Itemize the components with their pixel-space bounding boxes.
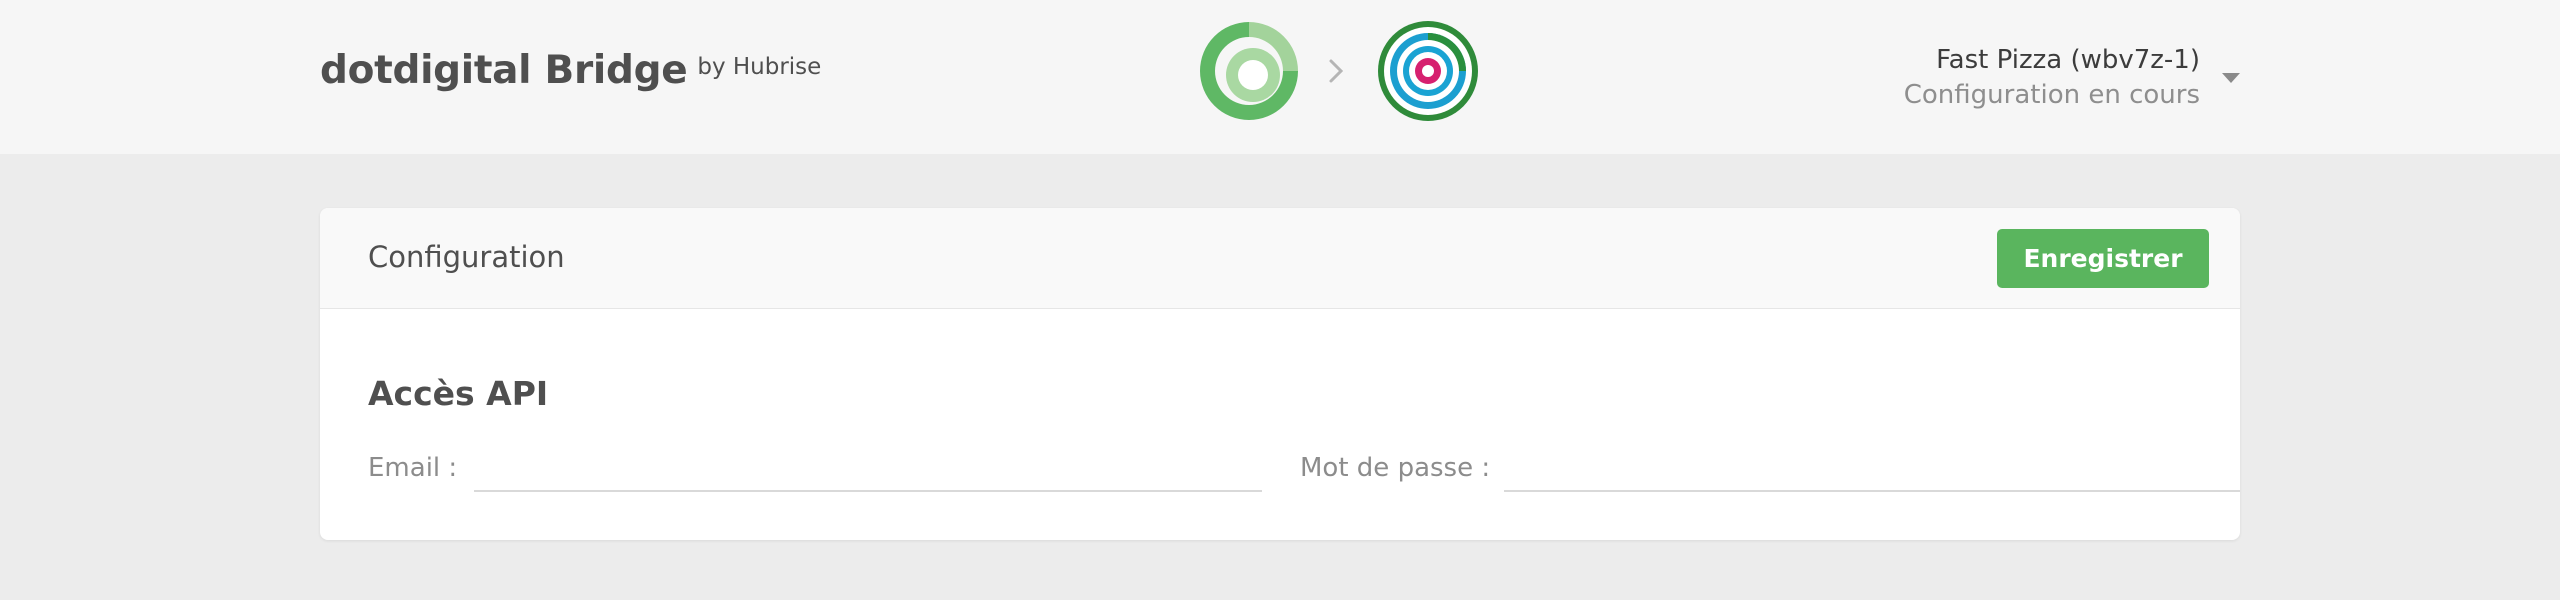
configuration-card: Configuration Enregistrer Accès API Emai… xyxy=(320,208,2240,540)
caret-down-icon[interactable] xyxy=(2222,73,2240,83)
save-button[interactable]: Enregistrer xyxy=(1997,229,2209,288)
email-label: Email : xyxy=(368,453,458,483)
brand: dotdigital Bridge by Hubrise xyxy=(320,48,821,93)
top-bar: dotdigital Bridge by Hubrise Fast Pizza … xyxy=(0,0,2560,154)
chevron-right-icon xyxy=(1329,59,1344,83)
email-field[interactable] xyxy=(474,444,1262,492)
account-switcher[interactable]: Fast Pizza (wbv7z-1) Configuration en co… xyxy=(1904,44,2200,112)
password-field[interactable] xyxy=(1504,444,2240,492)
app-title: dotdigital Bridge xyxy=(320,48,688,93)
hubrise-logo-icon xyxy=(1378,21,1478,121)
integration-logos xyxy=(1190,18,1490,124)
dotdigital-logo-icon xyxy=(1200,22,1298,120)
account-status: Configuration en cours xyxy=(1903,80,2200,110)
section-title: Accès API xyxy=(368,374,549,413)
card-header: Configuration Enregistrer xyxy=(320,208,2240,309)
password-label: Mot de passe : xyxy=(1300,453,1491,483)
card-title: Configuration xyxy=(368,240,565,274)
app-byline: by Hubrise xyxy=(697,54,822,80)
account-name[interactable]: Fast Pizza (wbv7z-1) xyxy=(1904,44,2200,76)
